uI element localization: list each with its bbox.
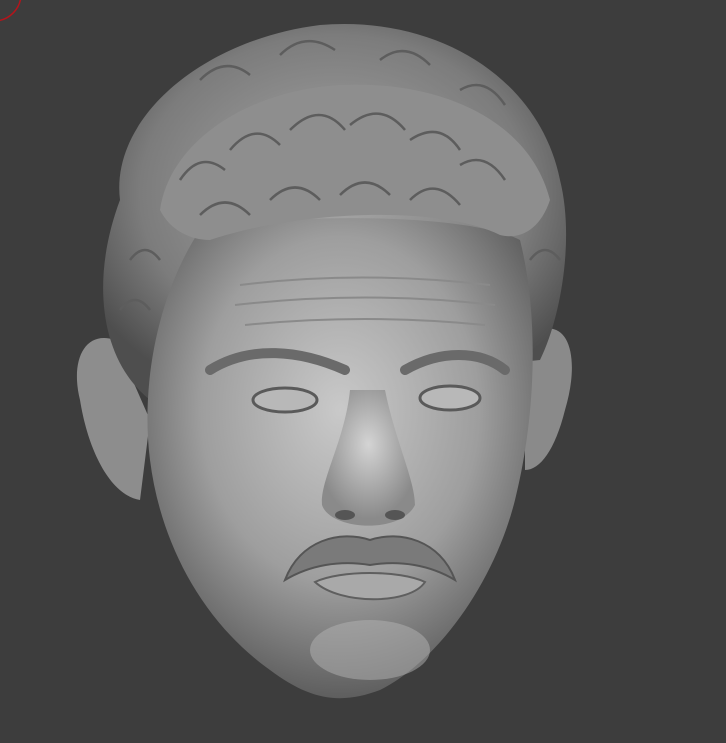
sculpt-viewport[interactable] (0, 0, 726, 743)
left-nostril (335, 510, 355, 520)
chin (310, 620, 430, 680)
viewport-canvas[interactable] (0, 0, 726, 743)
right-nostril (385, 510, 405, 520)
left-eye (251, 386, 319, 414)
brush-cursor (0, 0, 22, 22)
sculpted-head-model[interactable] (76, 23, 572, 699)
right-eye (418, 384, 482, 412)
